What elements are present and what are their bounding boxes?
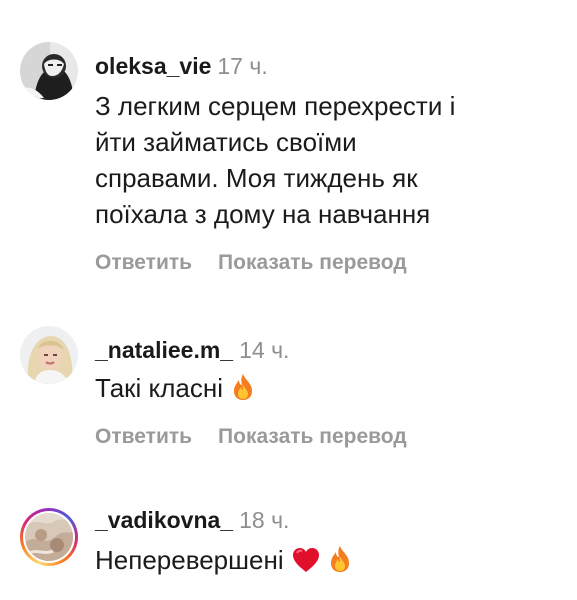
- comment-text-line: йти займатись своїми: [95, 127, 357, 157]
- timestamp: 17 ч.: [217, 53, 268, 79]
- avatar[interactable]: [20, 42, 78, 100]
- translate-button[interactable]: Показать перевод: [218, 425, 407, 448]
- username-link[interactable]: oleksa_vie: [95, 53, 211, 79]
- avatar-image: [20, 42, 78, 100]
- comment-actions: Ответить Показать перевод: [95, 424, 407, 450]
- username-link[interactable]: _nataliee.m_: [95, 337, 233, 363]
- avatar-story-ring[interactable]: [20, 508, 78, 566]
- comment-text-line: З легким серцем перехрести і: [95, 91, 456, 121]
- avatar[interactable]: [20, 326, 78, 384]
- comment-item: _nataliee.m_ 14 ч. Такі класні Ответить По…: [0, 290, 577, 460]
- comment-text-line: справами. Моя тиждень як: [95, 163, 418, 193]
- reply-button[interactable]: Ответить: [95, 251, 192, 274]
- comment-item: _vadikovna_ 18 ч. Неперевершені: [0, 460, 577, 600]
- timestamp: 18 ч.: [239, 507, 290, 533]
- comment-text-line: Неперевершені: [95, 545, 284, 575]
- red-heart-emoji-icon: [292, 546, 320, 582]
- comment-actions: Ответить Показать перевод: [95, 250, 407, 276]
- comment-item: oleksa_vie 17 ч. З легким серцем перехрес…: [0, 0, 577, 290]
- comment-header: _nataliee.m_ 14 ч.: [95, 336, 289, 364]
- comment-text: З легким серцем перехрести і йти займати…: [95, 88, 565, 232]
- avatar-image: [25, 513, 73, 561]
- comment-text-line: Такі класні: [95, 373, 223, 403]
- reply-button[interactable]: Ответить: [95, 425, 192, 448]
- timestamp: 14 ч.: [239, 337, 290, 363]
- translate-button[interactable]: Показать перевод: [218, 251, 407, 274]
- comment-text-line: поїхала з дому на навчання: [95, 199, 431, 229]
- comment-header: oleksa_vie 17 ч.: [95, 52, 268, 80]
- avatar-image: [20, 326, 78, 384]
- fire-emoji-icon: [328, 545, 352, 582]
- comment-header: _vadikovna_ 18 ч.: [95, 506, 289, 534]
- username-link[interactable]: _vadikovna_: [95, 507, 233, 533]
- fire-emoji-icon: [231, 373, 255, 410]
- comment-text: Неперевершені: [95, 542, 565, 582]
- comment-text: Такі класні: [95, 370, 565, 410]
